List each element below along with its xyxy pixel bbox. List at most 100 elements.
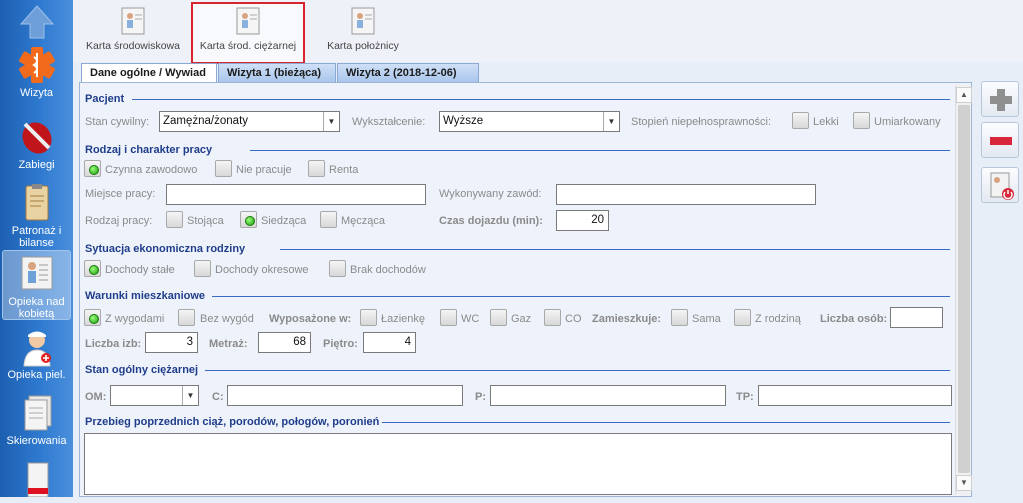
sidebar-item-wizyta[interactable]: Wizyta <box>2 44 71 99</box>
stopien-label: Stopień niepełnosprawności: <box>631 116 772 128</box>
tab-karta-srod-ciezarnej[interactable]: Karta środ. ciężarnej <box>191 2 305 64</box>
tab-label: Dane ogólne / Wywiad <box>90 67 206 79</box>
scroll-thumb[interactable] <box>958 105 970 473</box>
scroll-down-icon[interactable]: ▼ <box>956 475 972 491</box>
chevron-down-icon[interactable]: ▼ <box>323 112 339 131</box>
brak-dochodow-checkbox[interactable] <box>329 260 346 277</box>
nie-pracuje-checkbox[interactable] <box>215 160 232 177</box>
tab-wizyta-2[interactable]: Wizyta 2 (2018-12-06) <box>337 63 479 82</box>
medical-star-icon <box>17 44 57 84</box>
lekki-checkbox[interactable] <box>792 112 809 129</box>
liczba-osob-label: Liczba osób: <box>820 313 888 325</box>
sama-checkbox[interactable] <box>671 309 688 326</box>
tab-karta-srodowiskowa[interactable]: Karta środowiskowa <box>83 4 183 60</box>
przebieg-textarea[interactable] <box>84 433 952 495</box>
pregnant-card-icon <box>234 6 262 36</box>
pietro-input[interactable]: 4 <box>363 332 416 353</box>
om-select[interactable]: ▼ <box>110 385 199 406</box>
liczba-izb-input[interactable]: 3 <box>145 332 198 353</box>
c-input[interactable] <box>227 385 463 406</box>
section-title-pacjent: Pacjent <box>85 93 125 105</box>
zawod-label: Wykonywany zawód: <box>439 188 542 200</box>
renta-label: Renta <box>329 164 359 176</box>
metraz-input[interactable]: 68 <box>258 332 311 353</box>
z-wygodami-checkbox[interactable] <box>84 309 101 326</box>
section-divider <box>205 370 950 371</box>
p-input[interactable] <box>490 385 726 406</box>
wyksztalcenie-value: Wyższe <box>443 115 484 127</box>
bez-wygod-checkbox[interactable] <box>178 309 195 326</box>
tab-label: Karta położnicy <box>327 40 399 52</box>
czynna-zawodowo-checkbox[interactable] <box>84 160 101 177</box>
wc-checkbox[interactable] <box>440 309 457 326</box>
report-icon <box>17 460 57 500</box>
chevron-down-icon[interactable]: ▼ <box>603 112 619 131</box>
tab-dane-ogolne[interactable]: Dane ogólne / Wywiad <box>81 63 217 83</box>
tab-karta-poloznicy[interactable]: Karta położnicy <box>320 4 406 60</box>
sidebar-item-patronaz[interactable]: Patronaż i bilanse <box>2 182 71 249</box>
gaz-checkbox[interactable] <box>490 309 507 326</box>
tab-wizyta-1[interactable]: Wizyta 1 (bieżąca) <box>218 63 336 82</box>
czas-dojazdu-label: Czas dojazdu (min): <box>439 215 543 227</box>
documents-icon <box>17 392 57 432</box>
miejsce-pracy-input[interactable] <box>166 184 426 205</box>
umiarkowany-checkbox[interactable] <box>853 112 870 129</box>
co-checkbox[interactable] <box>544 309 561 326</box>
renta-checkbox[interactable] <box>308 160 325 177</box>
tp-input[interactable] <box>758 385 952 406</box>
pietro-label: Piętro: <box>323 338 358 350</box>
sidebar-item-skierowania[interactable]: Skierowania <box>2 392 71 447</box>
nie-pracuje-label: Nie pracuje <box>236 164 292 176</box>
co-label: CO <box>565 313 582 325</box>
sidebar-item-label: Patronaż i bilanse <box>11 225 62 249</box>
sidebar-item-label: Opieka nad kobietą <box>8 296 65 320</box>
sidebar-item-opieka-piel[interactable]: Opieka piel. <box>2 326 71 381</box>
section-divider <box>250 150 950 151</box>
sidebar-item-label: Opieka piel. <box>7 369 66 381</box>
sidebar-item-label: Skierowania <box>6 435 67 447</box>
zamieszkuje-label: Zamieszkuje: <box>592 313 662 325</box>
meczaca-label: Męcząca <box>341 215 386 227</box>
bez-wygod-label: Bez wygód <box>200 313 254 325</box>
sidebar-item-zabiegi[interactable]: Zabiegi <box>2 116 71 171</box>
lazienke-checkbox[interactable] <box>360 309 377 326</box>
wyposazone-label: Wyposażone w: <box>269 313 352 325</box>
metraz-label: Metraż: <box>209 338 248 350</box>
z-wygodami-label: Z wygodami <box>105 313 165 325</box>
dochody-stale-checkbox[interactable] <box>84 260 101 277</box>
tab-label: Wizyta 2 (2018-12-06) <box>346 67 457 79</box>
zawod-input[interactable] <box>556 184 816 205</box>
z-rodzina-label: Z rodziną <box>755 313 801 325</box>
sidebar-item-label: Zabiegi <box>18 159 55 171</box>
czas-dojazdu-input[interactable]: 20 <box>556 210 609 231</box>
sidebar-item-opieka-nad-kobieta[interactable]: Opieka nad kobietą <box>2 250 71 320</box>
section-title-mieszkanie: Warunki mieszkaniowe <box>85 290 206 302</box>
liczba-osob-input[interactable] <box>890 307 943 328</box>
section-title-praca: Rodzaj i charakter pracy <box>85 144 213 156</box>
dochody-okresowe-checkbox[interactable] <box>194 260 211 277</box>
chevron-down-icon[interactable]: ▼ <box>182 386 198 405</box>
dochody-okresowe-label: Dochody okresowe <box>215 264 309 276</box>
stan-cywilny-select[interactable]: Zamężna/żonaty ▼ <box>159 111 340 132</box>
minus-icon <box>990 137 1012 145</box>
om-label: OM: <box>85 391 107 403</box>
card-close-button[interactable] <box>981 167 1019 203</box>
tab-label: Karta środ. ciężarnej <box>199 40 297 52</box>
meczaca-checkbox[interactable] <box>320 211 337 228</box>
remove-button[interactable] <box>981 122 1019 158</box>
add-button[interactable] <box>981 81 1019 117</box>
vertical-scrollbar[interactable]: ▲ ▼ <box>955 85 972 495</box>
wc-label: WC <box>461 313 480 325</box>
siedzaca-checkbox[interactable] <box>240 211 257 228</box>
sama-label: Sama <box>692 313 721 325</box>
plus-icon <box>990 89 1012 111</box>
p-label: P: <box>475 391 486 403</box>
z-rodzina-checkbox[interactable] <box>734 309 751 326</box>
scroll-up-icon[interactable]: ▲ <box>956 87 972 103</box>
liczba-izb-label: Liczba izb: <box>85 338 142 350</box>
stojaca-checkbox[interactable] <box>166 211 183 228</box>
sidebar-back-arrow[interactable] <box>2 4 71 47</box>
stan-cywilny-label: Stan cywilny: <box>85 116 150 128</box>
clipboard-icon <box>17 182 57 222</box>
wyksztalcenie-select[interactable]: Wyższe ▼ <box>439 111 620 132</box>
